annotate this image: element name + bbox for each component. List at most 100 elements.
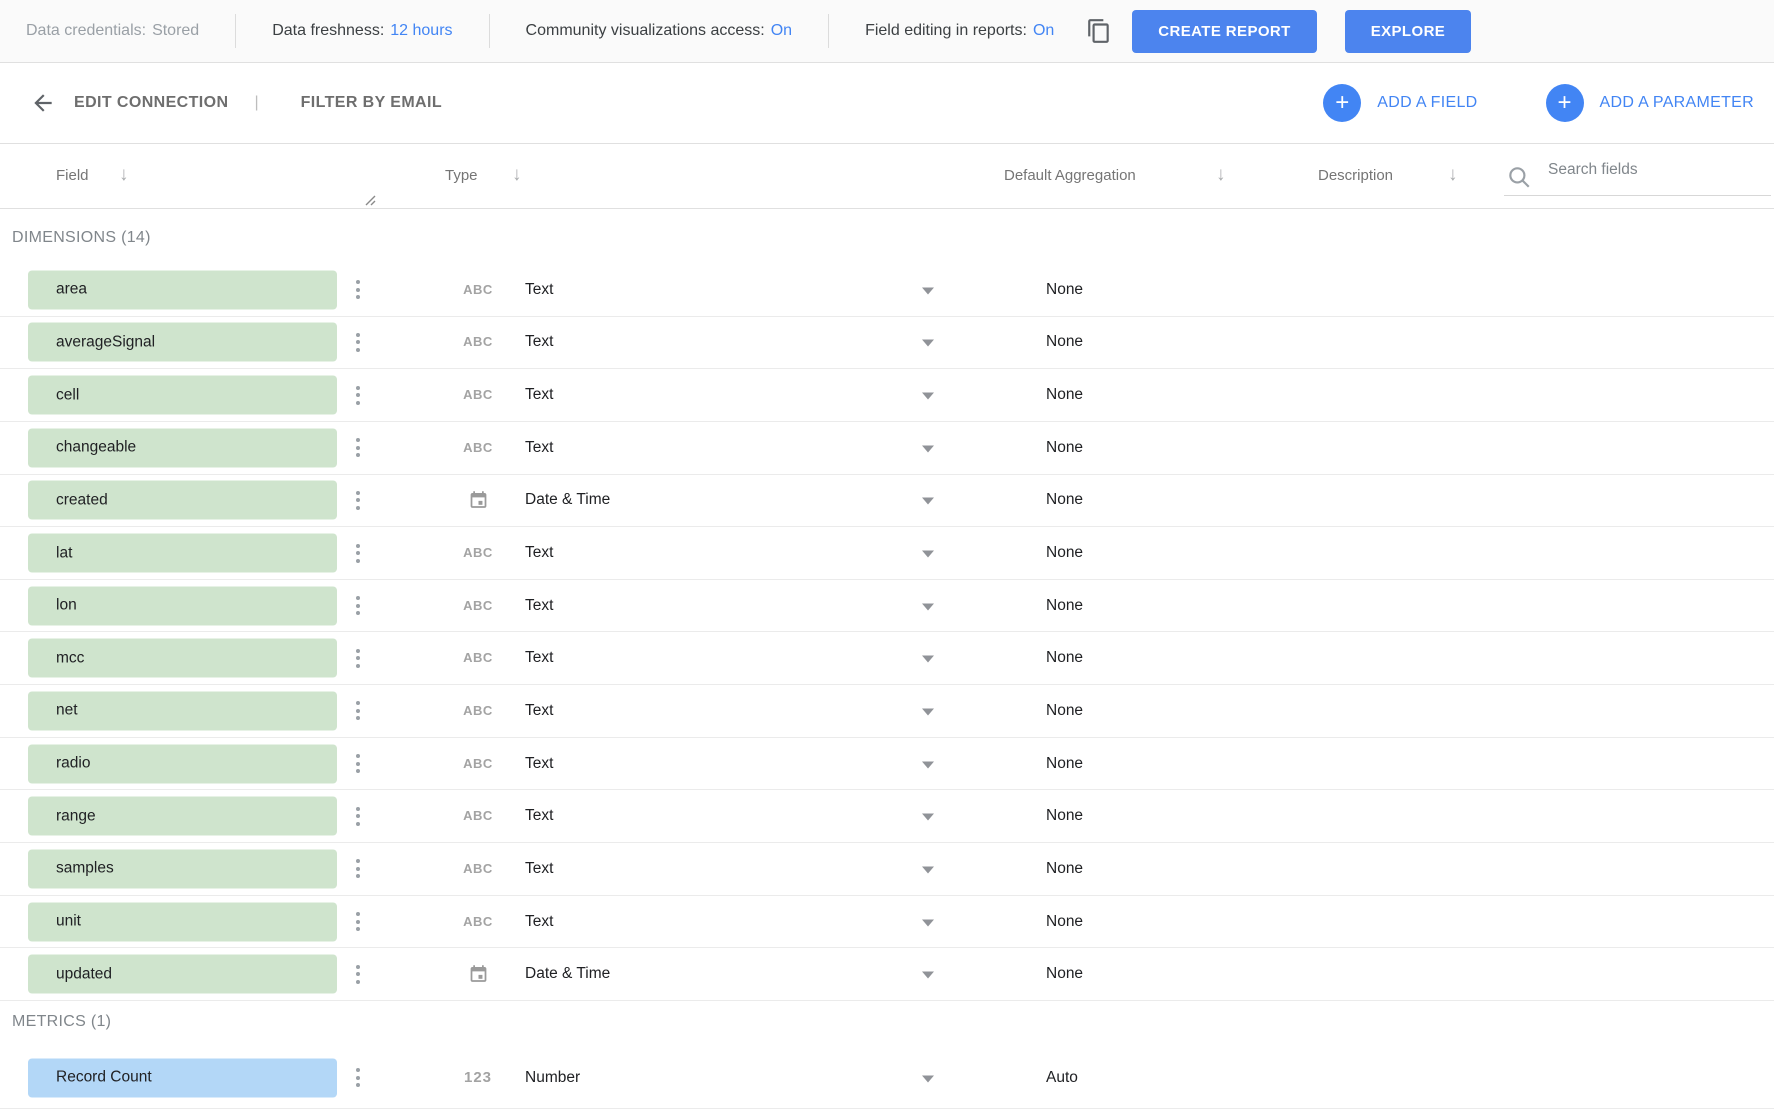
dropdown-arrow-icon[interactable] — [922, 445, 934, 452]
field-name-pill[interactable]: area — [28, 270, 337, 309]
back-arrow-icon[interactable] — [30, 89, 58, 117]
more-options-icon[interactable] — [352, 1063, 364, 1093]
field-type-select[interactable]: Text — [525, 281, 553, 299]
field-name-pill[interactable]: lat — [28, 534, 337, 573]
add-a-field-button[interactable]: + ADD A FIELD — [1323, 84, 1477, 122]
field-name-pill[interactable]: samples — [28, 849, 337, 888]
field-type-select[interactable]: Text — [525, 755, 553, 773]
field-type-select[interactable]: Text — [525, 860, 553, 878]
explore-button[interactable]: EXPLORE — [1345, 10, 1471, 53]
more-options-icon[interactable] — [352, 380, 364, 410]
more-options-icon[interactable] — [352, 696, 364, 726]
field-name-pill[interactable]: net — [28, 691, 337, 730]
field-type-select[interactable]: Date & Time — [525, 491, 610, 509]
sort-icon-field[interactable]: ↓ — [119, 164, 129, 186]
aggregation-select[interactable]: None — [1046, 544, 1083, 562]
field-type-select[interactable]: Text — [525, 807, 553, 825]
more-options-icon[interactable] — [352, 538, 364, 568]
column-header-default-aggregation[interactable]: Default Aggregation — [1004, 167, 1136, 184]
field-name-pill[interactable]: mcc — [28, 639, 337, 678]
aggregation-select[interactable]: None — [1046, 439, 1083, 457]
more-options-icon[interactable] — [352, 485, 364, 515]
field-name-pill[interactable]: updated — [28, 955, 337, 994]
dropdown-arrow-icon[interactable] — [922, 287, 934, 294]
aggregation-select[interactable]: None — [1046, 491, 1083, 509]
more-options-icon[interactable] — [352, 854, 364, 884]
sort-icon-default-aggregation[interactable]: ↓ — [1216, 164, 1226, 186]
aggregation-select[interactable]: None — [1046, 281, 1083, 299]
more-options-icon[interactable] — [352, 907, 364, 937]
field-type-select[interactable]: Text — [525, 649, 553, 667]
search-icon[interactable] — [1506, 164, 1532, 195]
field-name-pill[interactable]: lon — [28, 586, 337, 625]
more-options-icon[interactable] — [352, 959, 364, 989]
status-item[interactable]: Data freshness: 12 hours — [272, 22, 452, 40]
sort-icon-description[interactable]: ↓ — [1448, 164, 1458, 186]
more-options-icon[interactable] — [352, 433, 364, 463]
aggregation-select[interactable]: Auto — [1046, 1069, 1078, 1087]
copy-icon[interactable] — [1082, 14, 1116, 48]
dropdown-arrow-icon[interactable] — [922, 708, 934, 715]
aggregation-select[interactable]: None — [1046, 333, 1083, 351]
field-type-select[interactable]: Number — [525, 1069, 580, 1087]
more-options-icon[interactable] — [352, 327, 364, 357]
field-type-select[interactable]: Text — [525, 597, 553, 615]
column-header-field[interactable]: Field — [56, 167, 89, 184]
aggregation-select[interactable]: None — [1046, 597, 1083, 615]
status-item[interactable]: Field editing in reports: On — [865, 22, 1054, 40]
aggregation-select[interactable]: None — [1046, 807, 1083, 825]
dropdown-arrow-icon[interactable] — [922, 340, 934, 347]
filter-by-email-link[interactable]: FILTER BY EMAIL — [301, 94, 442, 112]
field-type-select[interactable]: Text — [525, 913, 553, 931]
field-type-select[interactable]: Text — [525, 544, 553, 562]
aggregation-select[interactable]: None — [1046, 913, 1083, 931]
field-name-pill[interactable]: range — [28, 797, 337, 836]
aggregation-select[interactable]: None — [1046, 702, 1083, 720]
dropdown-arrow-icon[interactable] — [922, 866, 934, 873]
dropdown-arrow-icon[interactable] — [922, 761, 934, 768]
more-options-icon[interactable] — [352, 643, 364, 673]
column-resize-handle-icon[interactable] — [364, 193, 376, 211]
status-item[interactable]: Data credentials: Stored — [26, 22, 199, 40]
field-type-select[interactable]: Text — [525, 439, 553, 457]
dropdown-arrow-icon[interactable] — [922, 393, 934, 400]
more-options-icon[interactable] — [352, 801, 364, 831]
more-options-icon[interactable] — [352, 749, 364, 779]
field-name-pill[interactable]: changeable — [28, 428, 337, 467]
field-name-pill[interactable]: Record Count — [28, 1058, 337, 1097]
field-type-icon: ABC 123 — [455, 1069, 501, 1087]
field-type-select[interactable]: Date & Time — [525, 965, 610, 983]
field-type-select[interactable]: Text — [525, 386, 553, 404]
dropdown-arrow-icon[interactable] — [922, 498, 934, 505]
dropdown-arrow-icon[interactable] — [922, 814, 934, 821]
add-a-parameter-button[interactable]: + ADD A PARAMETER — [1546, 84, 1754, 122]
aggregation-select[interactable]: None — [1046, 755, 1083, 773]
field-name-pill[interactable]: cell — [28, 376, 337, 415]
field-name-pill[interactable]: radio — [28, 744, 337, 783]
field-type-select[interactable]: Text — [525, 702, 553, 720]
dropdown-arrow-icon[interactable] — [922, 603, 934, 610]
field-name-pill[interactable]: unit — [28, 902, 337, 941]
column-header-type[interactable]: Type — [445, 167, 478, 184]
status-item[interactable]: Community visualizations access: On — [526, 22, 793, 40]
field-name-pill[interactable]: created — [28, 481, 337, 520]
field-name-pill[interactable]: averageSignal — [28, 323, 337, 362]
more-options-icon[interactable] — [352, 275, 364, 305]
dropdown-arrow-icon[interactable] — [922, 551, 934, 558]
aggregation-select[interactable]: None — [1046, 965, 1083, 983]
aggregation-select[interactable]: None — [1046, 649, 1083, 667]
aggregation-select[interactable]: None — [1046, 860, 1083, 878]
column-header-description[interactable]: Description — [1318, 167, 1393, 184]
more-options-icon[interactable] — [352, 591, 364, 621]
field-name: mcc — [56, 649, 84, 667]
create-report-button[interactable]: CREATE REPORT — [1132, 10, 1316, 53]
dropdown-arrow-icon[interactable] — [922, 919, 934, 926]
field-type-select[interactable]: Text — [525, 333, 553, 351]
search-fields-input[interactable] — [1548, 161, 1763, 179]
dropdown-arrow-icon[interactable] — [922, 1075, 934, 1082]
edit-connection-link[interactable]: EDIT CONNECTION — [74, 94, 228, 112]
aggregation-select[interactable]: None — [1046, 386, 1083, 404]
dropdown-arrow-icon[interactable] — [922, 972, 934, 979]
dropdown-arrow-icon[interactable] — [922, 656, 934, 663]
sort-icon-type[interactable]: ↓ — [512, 164, 522, 186]
